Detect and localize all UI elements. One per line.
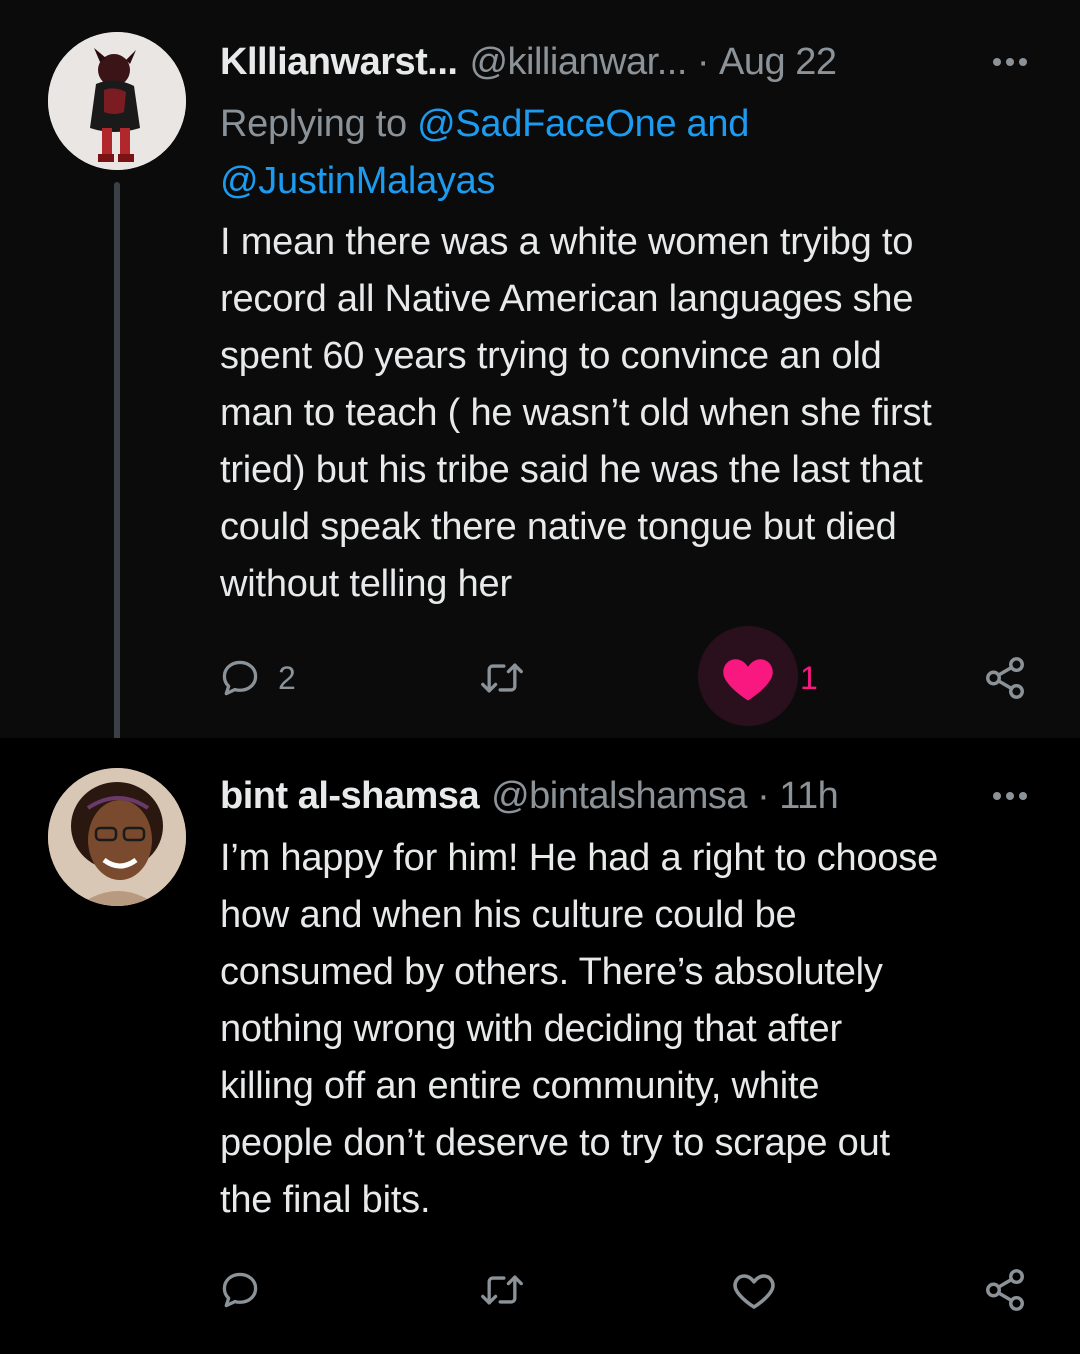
share-icon	[986, 1269, 1024, 1311]
reply-icon	[222, 1272, 258, 1308]
avatar[interactable]	[48, 768, 186, 906]
reply-button[interactable]	[218, 1250, 262, 1330]
reply-button[interactable]: 2	[218, 638, 296, 718]
retweet-icon	[481, 663, 523, 693]
replying-to: Replying to @SadFaceOne and @JustinMalay…	[220, 96, 1040, 210]
like-count: 1	[800, 659, 818, 696]
replying-prefix: Replying to	[220, 103, 407, 145]
share-button[interactable]	[982, 638, 1028, 718]
like-icon	[723, 659, 773, 701]
tweet-text: I mean there was a white women tryibg to…	[220, 221, 932, 605]
reply-count: 2	[278, 659, 296, 696]
tweet-killianwarst[interactable]: Klllianwarst... @killianwar... · Aug 22 …	[0, 0, 1080, 756]
more-icon[interactable]	[980, 34, 1040, 90]
retweet-icon	[481, 1275, 523, 1305]
action-bar	[0, 1250, 1080, 1330]
separator-dot: ·	[757, 774, 770, 817]
tweet-text: I’m happy for him! He had a right to cho…	[220, 837, 939, 1221]
handle[interactable]: @killianwar...	[469, 41, 687, 84]
display-name[interactable]: Klllianwarst...	[220, 41, 458, 84]
timestamp[interactable]: 11h	[779, 775, 839, 818]
tweet-bintalshamsa[interactable]: bint al-shamsa @bintalshamsa · 11h I’m h…	[0, 738, 1080, 1354]
mention-link[interactable]: @JustinMalayas	[220, 160, 495, 202]
like-button[interactable]	[730, 1250, 778, 1330]
display-name[interactable]: bint al-shamsa	[220, 775, 480, 818]
timestamp[interactable]: Aug 22	[719, 41, 837, 84]
share-button[interactable]	[982, 1250, 1028, 1330]
share-icon	[986, 657, 1024, 699]
action-bar: 2 1	[0, 626, 1080, 726]
retweet-button[interactable]	[478, 638, 526, 718]
tweet-header: bint al-shamsa @bintalshamsa · 11h	[220, 768, 1040, 824]
more-icon[interactable]	[980, 768, 1040, 824]
mention-link[interactable]: @SadFaceOne and	[417, 103, 749, 145]
handle[interactable]: @bintalshamsa	[491, 775, 747, 818]
retweet-button[interactable]	[478, 1250, 526, 1330]
reply-icon	[222, 660, 258, 696]
separator-dot: ·	[696, 40, 710, 83]
avatar[interactable]	[48, 32, 186, 170]
like-button[interactable]: 1	[718, 638, 818, 718]
like-icon	[733, 1274, 775, 1309]
tweet-header: Klllianwarst... @killianwar... · Aug 22	[220, 34, 1040, 90]
